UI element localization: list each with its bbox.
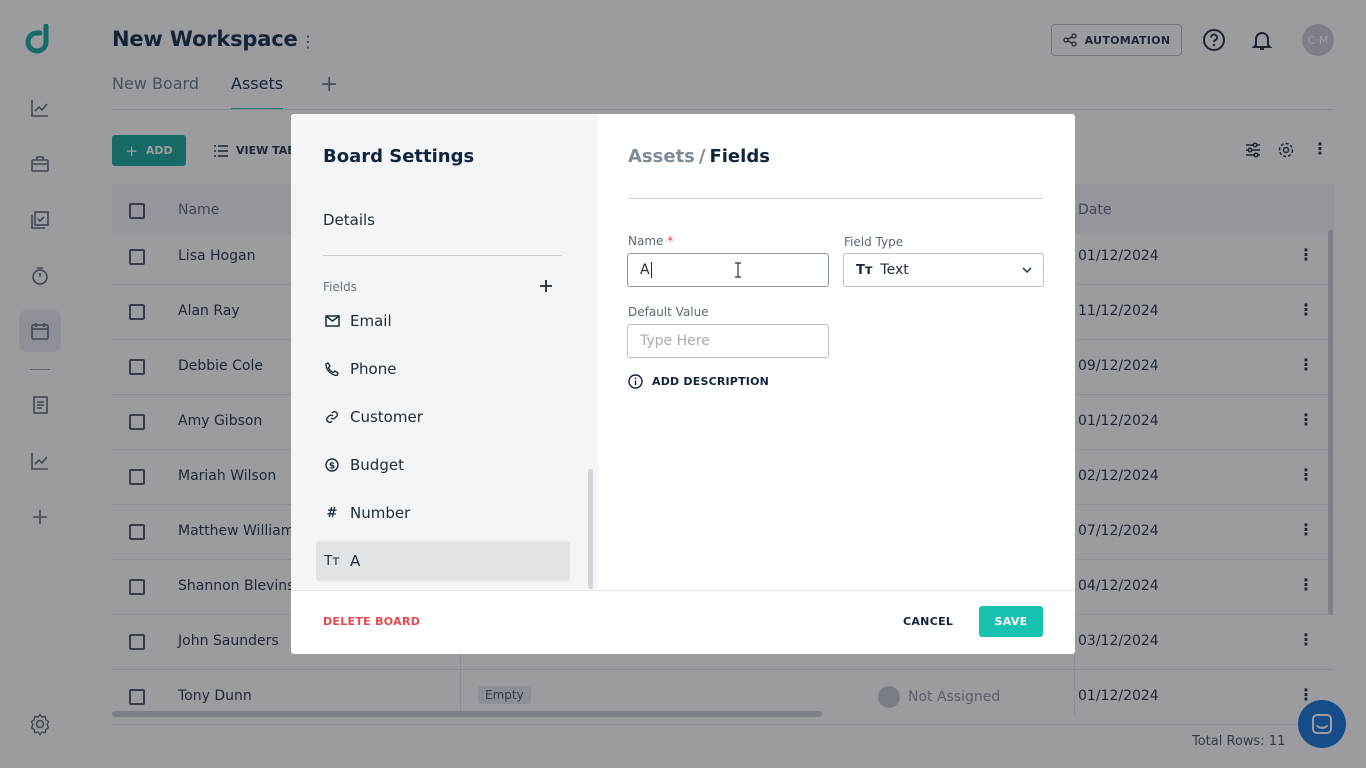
name-label-text: Name: [628, 234, 664, 248]
sidebar-divider: [323, 255, 562, 256]
settings-nav-details[interactable]: Details: [323, 211, 375, 229]
field-item-label: A: [350, 552, 361, 570]
breadcrumb-separator: /: [698, 146, 706, 167]
phone-icon: [324, 361, 340, 377]
text-caret: [650, 262, 652, 278]
chevron-down-icon: [1022, 267, 1032, 273]
required-mark: *: [667, 234, 674, 248]
link-icon: [324, 409, 340, 425]
default-value-label: Default Value: [628, 305, 709, 319]
name-field-label: Name *: [628, 234, 673, 248]
add-description-label: ADD DESCRIPTION: [652, 375, 770, 388]
field-type-value: Text: [880, 262, 909, 278]
field-type-label: Field Type: [844, 235, 904, 249]
field-item-label: Customer: [350, 408, 423, 426]
delete-board-button[interactable]: DELETE BOARD: [323, 615, 420, 628]
breadcrumb-parent[interactable]: Assets: [628, 146, 695, 167]
field-item-label: Email: [350, 312, 392, 330]
field-item-label: Budget: [350, 456, 404, 474]
text-type-icon: Tт: [856, 262, 873, 278]
add-field-icon[interactable]: [537, 277, 555, 295]
text-type-icon: Tт: [324, 553, 340, 569]
content-divider: [628, 198, 1043, 199]
hash-icon: #: [326, 505, 338, 521]
field-item-budget[interactable]: $ Budget: [316, 445, 570, 485]
field-item-label: Phone: [350, 360, 397, 378]
field-item-email[interactable]: Email: [316, 301, 570, 341]
settings-sidebar: Board Settings Details Fields Email Phon…: [291, 114, 598, 590]
sidebar-scrollbar[interactable]: [588, 469, 593, 589]
dollar-icon: $: [324, 457, 340, 473]
board-settings-modal: Board Settings Details Fields Email Phon…: [291, 114, 1075, 654]
breadcrumb: Assets / Fields: [628, 146, 770, 167]
field-item-phone[interactable]: Phone: [316, 349, 570, 389]
ibeam-cursor-icon: [735, 262, 741, 278]
default-value-input[interactable]: Type Here: [627, 324, 829, 358]
field-type-select[interactable]: Tт Text: [843, 253, 1044, 287]
mail-icon: [324, 313, 340, 329]
save-button[interactable]: SAVE: [979, 606, 1043, 637]
modal-title: Board Settings: [323, 146, 475, 167]
cancel-button[interactable]: CANCEL: [903, 615, 953, 628]
modal-footer-divider: [291, 590, 1075, 591]
breadcrumb-current: Fields: [709, 146, 770, 167]
field-item-label: Number: [350, 504, 411, 522]
info-icon: [628, 374, 643, 389]
field-item-a[interactable]: Tт A: [316, 541, 570, 581]
fields-section-label: Fields: [323, 280, 357, 294]
app-root: New Workspace ⋮ New Board Assets + AUTOM…: [0, 0, 1366, 768]
svg-text:$: $: [329, 462, 335, 472]
name-input[interactable]: A: [627, 253, 829, 287]
add-description-button[interactable]: ADD DESCRIPTION: [628, 374, 769, 389]
name-input-value: A: [640, 262, 650, 278]
field-item-number[interactable]: # Number: [316, 493, 570, 533]
field-item-customer[interactable]: Customer: [316, 397, 570, 437]
